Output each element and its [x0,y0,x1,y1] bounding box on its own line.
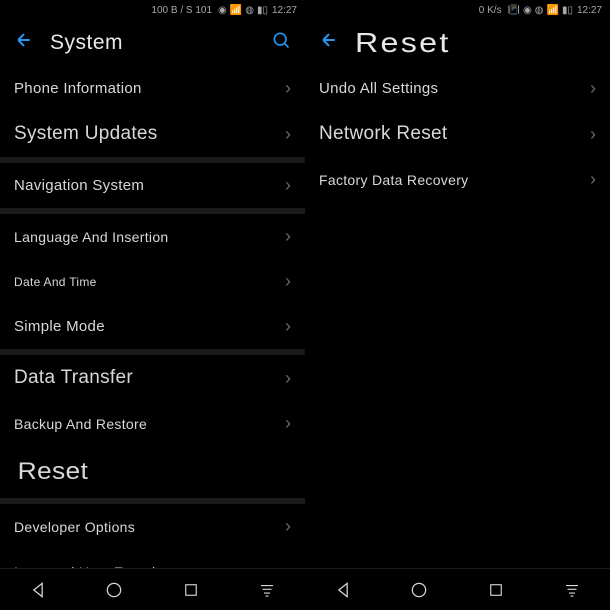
wifi-icon: ◍ [535,5,544,16]
status-icons: 📳 ◉ ◍ 📶 ▮▯ [508,5,573,16]
status-time: 12:27 [577,5,602,16]
chevron-right-icon: › [285,271,291,292]
chevron-right-icon: › [590,169,596,190]
list-item-label: System Updates [14,123,158,145]
list-item-label: Undo All Settings [319,80,438,97]
chevron-right-icon: › [590,78,596,99]
nav-recent-button[interactable] [178,577,204,603]
chevron-right-icon: › [285,226,291,247]
back-icon[interactable] [14,30,34,56]
list-item[interactable]: Network Reset › [305,111,610,157]
list-item[interactable]: Navigation System › [0,163,305,208]
list-item-label: Network Reset [319,123,448,145]
page-title: Reset [355,27,610,59]
screen-left: 100 B / S 101 ◉ 📶 ◍ ▮▯ 12:27 System Phon… [0,0,305,610]
list-item[interactable]: Backup And Restore › [0,401,305,446]
list-item[interactable]: System Updates › [0,111,305,157]
chevron-right-icon: › [285,124,291,145]
eye-icon: ◉ [218,5,227,16]
chevron-right-icon: › [285,78,291,99]
status-network: 100 B / S 101 [8,5,214,16]
nav-bar [305,568,610,610]
list-item[interactable]: Reset› [0,446,305,498]
list-item-label: Developer Options [14,519,135,535]
reset-list: Undo All Settings›Network Reset›Factory … [305,66,610,568]
list-item-label: Simple Mode [14,318,105,335]
nav-back-button[interactable] [330,577,356,603]
status-icons: ◉ 📶 ◍ ▮▯ [218,5,268,16]
status-network: 0 K/s [313,5,504,16]
list-item-label: Factory Data Recovery [319,172,468,188]
nav-bar [0,568,305,610]
wifi-icon: ◍ [245,5,254,16]
list-item-label: Phone Information [14,80,142,97]
list-item[interactable]: Improved User Experience› [0,549,305,568]
status-time: 12:27 [272,5,297,16]
list-item[interactable]: Date And Time › [0,259,305,304]
eye-icon: ◉ [523,5,532,16]
chevron-right-icon: › [285,561,291,568]
signal-icon: 📶 [547,5,559,16]
list-item[interactable]: Factory Data Recovery › [305,157,610,202]
chevron-right-icon: › [285,516,291,537]
list-item-label: Backup And Restore [14,416,147,432]
settings-list: Phone Information›System Updates›Navigat… [0,66,305,568]
list-item-label: Date And Time [14,275,97,289]
chevron-right-icon: › [285,175,291,196]
nav-dropdown-button[interactable] [559,577,585,603]
chevron-right-icon: › [285,316,291,337]
list-item[interactable]: Phone Information › [0,66,305,111]
nav-back-button[interactable] [25,577,51,603]
list-item[interactable]: Language And Insertion › [0,214,305,259]
list-item-label: Reset [18,458,89,486]
screen-right: 0 K/s 📳 ◉ ◍ 📶 ▮▯ 12:27 Reset Undo All Se… [305,0,610,610]
back-icon[interactable] [319,30,339,56]
battery-icon: ▮▯ [562,5,573,16]
list-item[interactable]: Developer Options › [0,504,305,549]
signal-icon: 📶 [230,5,242,16]
vibrate-icon: 📳 [508,5,520,16]
status-bar: 100 B / S 101 ◉ 📶 ◍ ▮▯ 12:27 [0,0,305,20]
list-item-label: Navigation System [14,177,144,194]
page-title: System [50,31,255,55]
chevron-right-icon: › [285,368,291,389]
header: System [0,20,305,66]
search-icon[interactable] [271,30,291,56]
nav-home-button[interactable] [101,577,127,603]
header: Reset [305,20,610,66]
list-item[interactable]: Data Transfer › [0,355,305,401]
list-item-label: Data Transfer [14,367,133,389]
nav-dropdown-button[interactable] [254,577,280,603]
chevron-right-icon: › [285,413,291,434]
list-item-label: Language And Insertion [14,229,169,245]
battery-icon: ▮▯ [257,5,268,16]
list-item[interactable]: Undo All Settings › [305,66,610,111]
nav-home-button[interactable] [406,577,432,603]
chevron-right-icon: › [590,124,596,145]
nav-recent-button[interactable] [483,577,509,603]
list-item[interactable]: Simple Mode › [0,304,305,349]
status-bar: 0 K/s 📳 ◉ ◍ 📶 ▮▯ 12:27 [305,0,610,20]
